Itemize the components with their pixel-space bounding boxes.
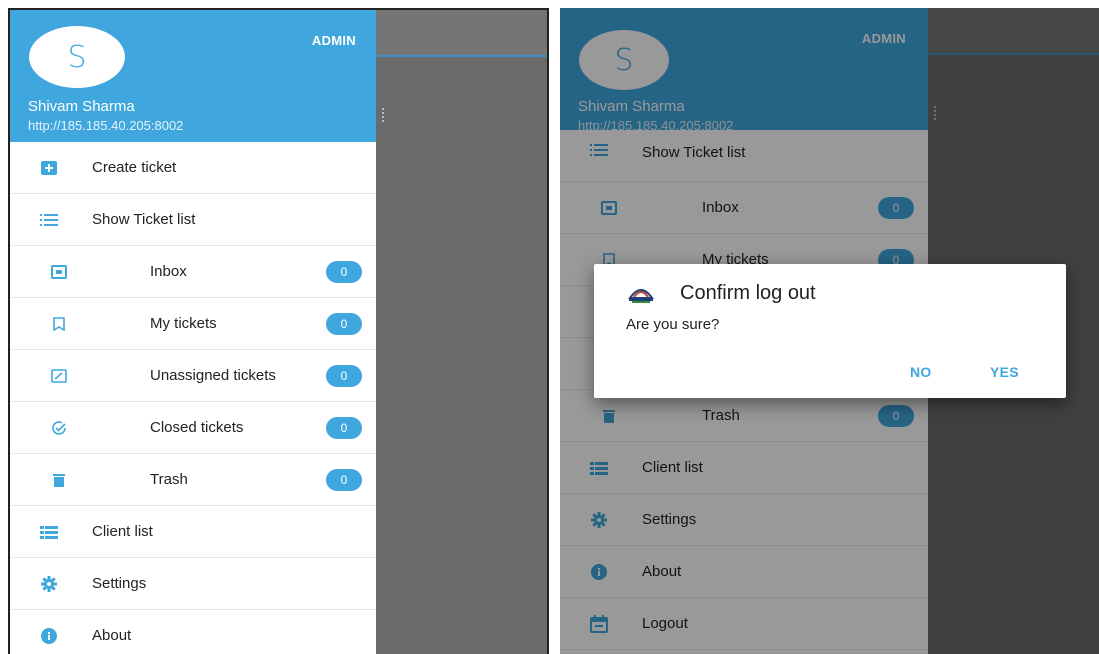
menu-item-client-list[interactable]: Client list: [10, 506, 376, 558]
drawer-menu: Create ticket Show Ticket list Inbox 0 M…: [10, 142, 376, 654]
menu-item-label: My tickets: [150, 315, 217, 332]
menu-item-label: Unassigned tickets: [150, 367, 276, 384]
menu-item-label: Show Ticket list: [92, 211, 196, 228]
avatar[interactable]: S: [29, 26, 125, 88]
role-label: ADMIN: [311, 33, 356, 48]
drawer-header: S ADMIN Shivam Sharma http://185.185.40.…: [10, 10, 376, 142]
confirm-logout-dialog: Confirm log out Are you sure? NO YES: [594, 264, 1066, 398]
navigation-drawer: S ADMIN Shivam Sharma http://185.185.40.…: [10, 10, 376, 654]
trash-icon: [50, 471, 68, 489]
count-badge: 0: [326, 417, 362, 439]
app-logo-icon: [628, 282, 654, 304]
yes-button[interactable]: YES: [990, 364, 1019, 380]
menu-item-about[interactable]: About: [10, 610, 376, 654]
dialog-message: Are you sure?: [626, 316, 720, 333]
right-screenshot: S ADMIN Shivam Sharma http://185.185.40.…: [560, 8, 1099, 654]
menu-item-trash[interactable]: Trash 0: [10, 454, 376, 506]
menu-item-show-ticket-list[interactable]: Show Ticket list: [10, 194, 376, 246]
overflow-menu-icon[interactable]: [382, 108, 386, 122]
left-screenshot: S ADMIN Shivam Sharma http://185.185.40.…: [8, 8, 549, 654]
check-circle-icon: [50, 419, 68, 437]
menu-item-label: Settings: [92, 575, 147, 592]
menu-item-label: Trash: [150, 471, 188, 488]
count-badge: 0: [326, 365, 362, 387]
menu-item-unassigned-tickets[interactable]: Unassigned tickets 0: [10, 350, 376, 402]
menu-item-my-tickets[interactable]: My tickets 0: [10, 298, 376, 350]
menu-item-closed-tickets[interactable]: Closed tickets 0: [10, 402, 376, 454]
count-badge: 0: [326, 261, 362, 283]
plus-box-icon: [40, 159, 58, 177]
info-icon: [40, 627, 58, 645]
menu-item-label: Inbox: [150, 263, 187, 280]
dialog-title: Confirm log out: [680, 282, 816, 304]
bookmark-icon: [50, 315, 68, 333]
server-url: http://185.185.40.205:8002: [28, 118, 184, 133]
menu-item-label: Create ticket: [92, 159, 177, 176]
menu-item-label: Client list: [92, 523, 153, 540]
count-badge: 0: [326, 469, 362, 491]
gear-icon: [40, 575, 58, 593]
menu-item-inbox[interactable]: Inbox 0: [10, 246, 376, 298]
edit-box-icon: [50, 367, 68, 385]
user-name: Shivam Sharma: [28, 98, 135, 115]
menu-item-create-ticket[interactable]: Create ticket: [10, 142, 376, 194]
no-button[interactable]: NO: [910, 364, 932, 380]
menu-item-label: About: [92, 627, 132, 644]
client-list-icon: [40, 523, 58, 541]
menu-item-settings[interactable]: Settings: [10, 558, 376, 610]
inbox-icon: [50, 263, 68, 281]
list-icon: [40, 211, 58, 229]
count-badge: 0: [326, 313, 362, 335]
menu-item-label: Closed tickets: [150, 419, 244, 436]
